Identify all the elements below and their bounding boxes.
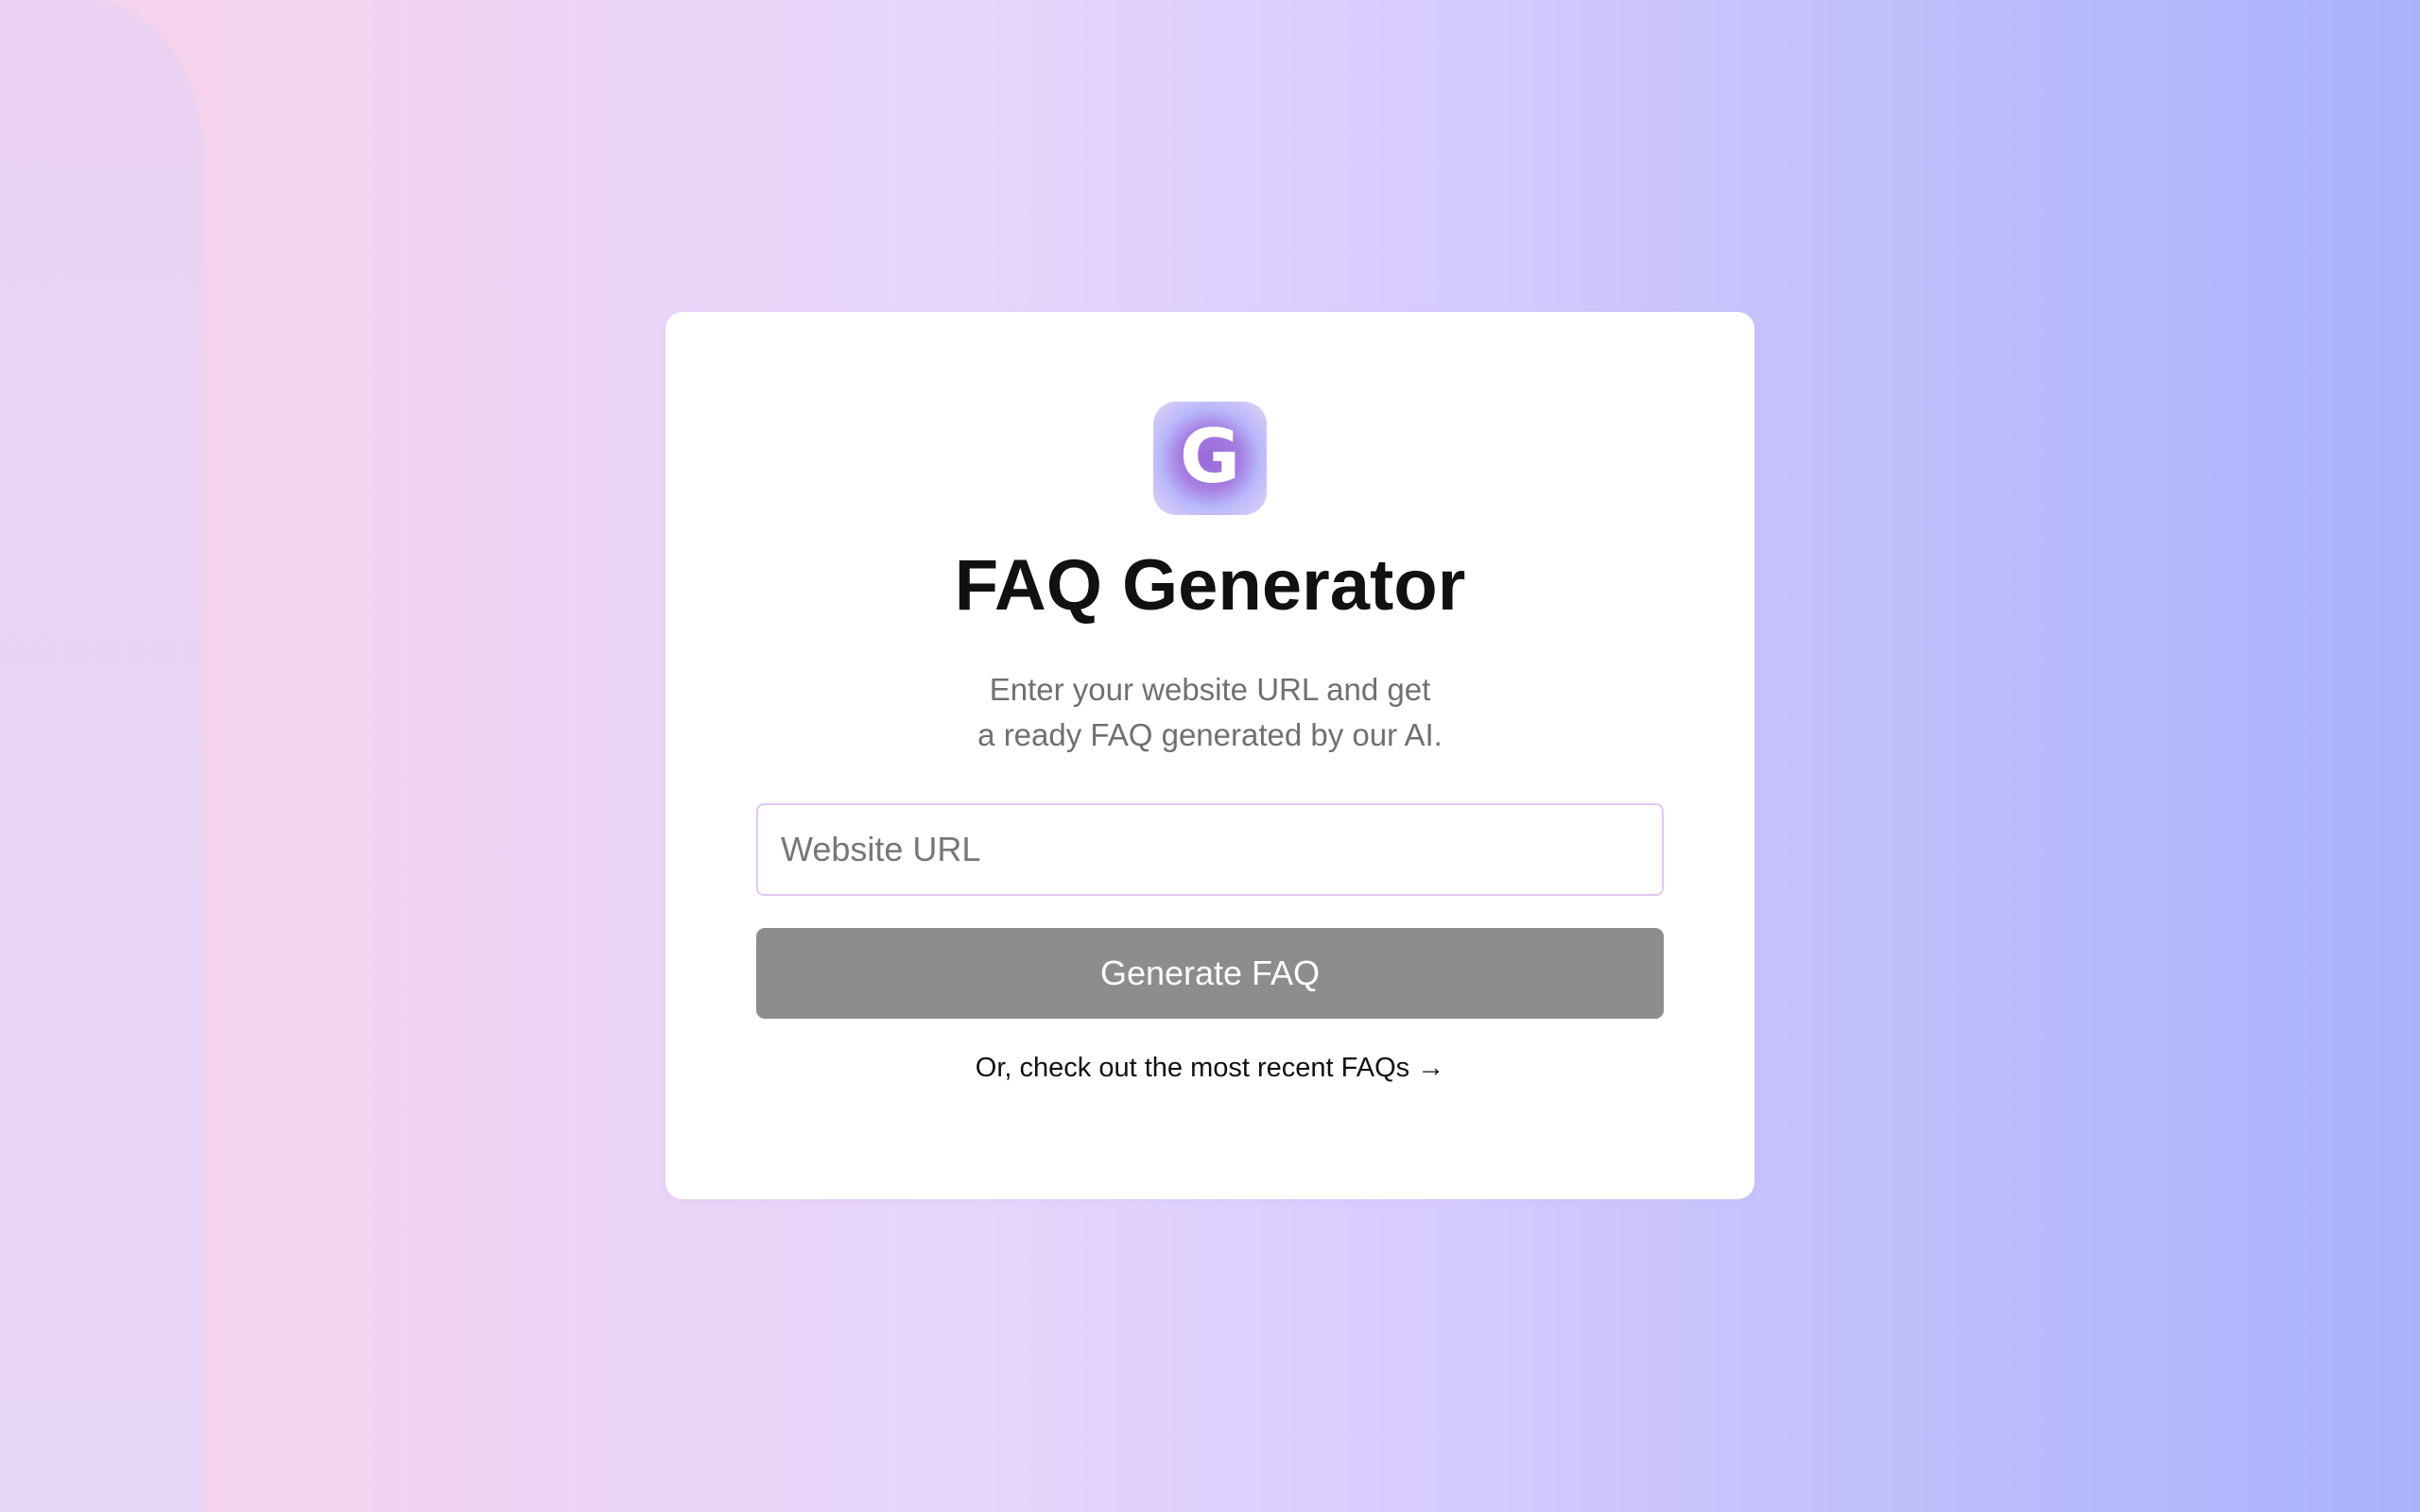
website-url-input[interactable]	[756, 803, 1664, 896]
background-shape	[0, 0, 204, 1512]
logo-letter: G	[1179, 415, 1241, 500]
generate-faq-button[interactable]: Generate FAQ	[756, 928, 1664, 1019]
subtitle-line-2: a ready FAQ generated by our AI.	[977, 717, 1443, 752]
subtitle-line-1: Enter your website URL and get	[989, 672, 1431, 707]
app-logo-icon: G	[1153, 402, 1267, 515]
faq-generator-card: G FAQ Generator Enter your website URL a…	[666, 312, 1754, 1199]
recent-faqs-link[interactable]: Or, check out the most recent FAQs →	[666, 1053, 1754, 1084]
page-subtitle: Enter your website URL and get a ready F…	[666, 667, 1754, 758]
page-title: FAQ Generator	[954, 545, 1466, 626]
